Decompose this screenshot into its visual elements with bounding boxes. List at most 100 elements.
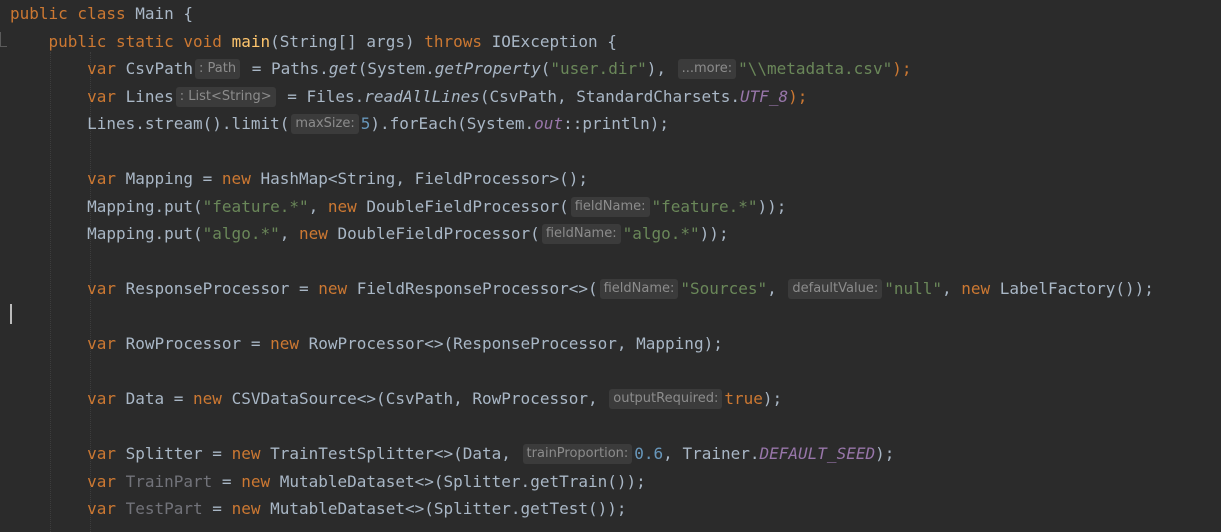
code-line[interactable]: var ResponseProcessor = new FieldRespons… [10, 275, 1154, 302]
parameter-hint: : Path [195, 59, 241, 79]
code-line[interactable]: var RowProcessor = new RowProcessor<>(Re… [10, 330, 723, 357]
code-token: IOException { [491, 31, 617, 51]
text-caret [10, 304, 12, 324]
code-token: "\\metadata.csv" [738, 59, 893, 78]
code-token: var [10, 444, 126, 463]
code-token: "feature.*" [651, 196, 758, 216]
code-token: out [534, 114, 564, 133]
code-token: MutableDataset<>(Splitter.getTest()); [270, 499, 627, 518]
code-line[interactable]: Lines.stream().limit(maxSize: 5).forEach(… [10, 110, 669, 137]
code-line[interactable]: var Data = new CSVDataSource<>(CsvPath, … [10, 385, 782, 412]
code-token: ); [892, 59, 912, 78]
code-token: "null" [884, 279, 942, 298]
parameter-hint: fieldName: [599, 279, 679, 299]
code-token: ); [875, 444, 895, 463]
code-token: )); [757, 196, 787, 216]
code-token: 5 [360, 114, 371, 133]
code-token: , [308, 196, 328, 216]
parameter-hint: fieldName: [570, 196, 650, 217]
code-line[interactable]: var TestPart = new MutableDataset<>(Spli… [10, 495, 627, 522]
code-line[interactable]: Mapping.put("feature.*", new DoubleField… [10, 193, 786, 220]
code-token: ResponseProcessor = [125, 279, 319, 298]
code-token: true [724, 389, 763, 408]
code-token: new [241, 471, 280, 491]
code-token: DoubleFieldProcessor( [337, 224, 540, 243]
parameter-hint: trainProportion: [522, 444, 633, 464]
code-token: Mapping.put( [10, 224, 203, 243]
code-token: "user.dir" [550, 59, 647, 78]
code-token: Data = [125, 389, 194, 408]
code-token: (String[] args) [270, 31, 425, 51]
code-token: MutableDataset<>(Splitter.getTrain()); [279, 471, 646, 491]
code-token: new [961, 279, 1000, 298]
code-token: CsvPath [125, 59, 194, 78]
code-token: readAllLines [364, 86, 480, 106]
code-token: var [10, 86, 126, 106]
code-token: new [231, 444, 271, 463]
parameter-hint: fieldName: [541, 224, 621, 244]
parameter-hint: defaultValue: [788, 279, 883, 299]
code-token: TrainPart [125, 471, 213, 491]
code-token: ::println); [563, 114, 670, 133]
code-token: new [318, 279, 357, 298]
code-line[interactable]: var CsvPath: Path = Paths.get(System.get… [10, 55, 911, 82]
code-line[interactable]: Mapping.put("algo.*", new DoubleFieldPro… [10, 220, 729, 247]
code-line[interactable]: var TrainPart = new MutableDataset<>(Spl… [10, 468, 646, 495]
code-token: CSVDataSource<>(CsvPath, RowProcessor, [231, 389, 608, 408]
code-token: new [221, 169, 261, 188]
code-token: Main { [135, 4, 194, 23]
code-line[interactable]: public static void main(String[] args) t… [10, 28, 617, 55]
code-token: public static void [10, 31, 232, 51]
code-token: RowProcessor = [125, 334, 271, 353]
code-token: ); [762, 389, 783, 408]
code-token: UTF_8 [739, 86, 789, 106]
code-token: public class [10, 4, 136, 23]
code-token: var [10, 389, 126, 408]
parameter-hint: maxSize: [291, 114, 359, 134]
code-token: ( [540, 59, 551, 78]
code-token: "feature.*" [202, 196, 309, 216]
code-token: HashMap<String, FieldProcessor>(); [260, 169, 588, 188]
code-token: var [10, 334, 126, 353]
code-token: ).forEach(System. [370, 114, 535, 133]
code-token: get [328, 59, 358, 78]
code-token: new [231, 499, 271, 518]
code-line[interactable]: public class Main { [10, 0, 193, 27]
code-token: var [10, 169, 126, 188]
code-token: var [10, 59, 126, 78]
code-token: throws [424, 31, 492, 51]
code-token: (CsvPath, StandardCharsets. [479, 86, 740, 106]
code-token: var [10, 279, 126, 298]
code-token: FieldResponseProcessor<>( [356, 279, 598, 298]
fold-marker-icon[interactable] [0, 32, 7, 47]
code-token: = [202, 499, 232, 518]
code-token: , [942, 279, 962, 298]
code-token: , [767, 279, 787, 298]
code-token: , Trainer. [663, 444, 760, 463]
code-token: new [193, 389, 232, 408]
code-token: "algo.*" [622, 224, 700, 243]
code-line[interactable]: var Splitter = new TrainTestSplitter<>(D… [10, 440, 894, 467]
code-token: "Sources" [680, 279, 768, 298]
code-line[interactable]: var Mapping = new HashMap<String, FieldP… [10, 165, 588, 192]
code-token: ), [646, 59, 676, 78]
code-token: = Files. [277, 86, 365, 106]
code-editor[interactable]: public class Main { public static void m… [0, 0, 1221, 532]
code-token: Lines [125, 86, 174, 106]
code-token: var [10, 471, 126, 491]
code-line[interactable]: var Lines: List<String> = Files.readAllL… [10, 83, 807, 110]
parameter-hint: : List<String> [175, 86, 276, 107]
code-token: RowProcessor<>(ResponseProcessor, Mappin… [308, 334, 723, 353]
code-token: Lines.stream().limit( [10, 114, 290, 133]
code-token: TrainTestSplitter<>(Data, [270, 444, 521, 463]
code-token: = Paths. [242, 59, 329, 78]
code-token: new [327, 196, 367, 216]
code-token: 0.6 [634, 444, 664, 463]
code-token: )); [699, 224, 729, 243]
code-token: Mapping = [125, 169, 222, 188]
code-token: TestPart [125, 499, 203, 518]
code-token: DoubleFieldProcessor( [366, 196, 569, 216]
code-token: ); [788, 86, 808, 106]
code-token: new [270, 334, 309, 353]
code-token: Mapping.put( [10, 196, 203, 216]
